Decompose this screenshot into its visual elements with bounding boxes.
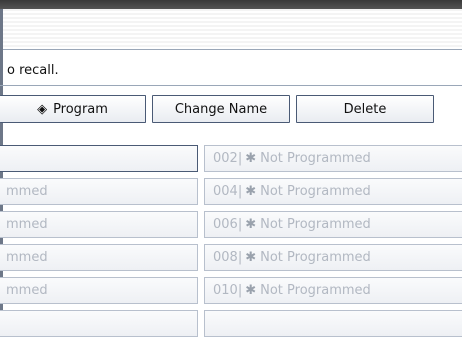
slot-label: Not Programmed bbox=[260, 217, 371, 232]
slot-label: mmed bbox=[6, 250, 48, 265]
star-icon: ✱ bbox=[245, 151, 257, 166]
slot-label: mmed bbox=[6, 217, 48, 232]
program-slot-left[interactable] bbox=[0, 310, 198, 337]
slot-separator: | bbox=[237, 217, 243, 232]
slot-label: mmed bbox=[6, 283, 48, 298]
slot-number: 006 bbox=[213, 217, 238, 232]
slot-label: mmed bbox=[6, 184, 48, 199]
program-slot-left[interactable]: mmed bbox=[0, 277, 198, 304]
program-button-label: Program bbox=[53, 101, 108, 117]
change-name-button-label: Change Name bbox=[174, 101, 268, 117]
slot-label: Not Programmed bbox=[260, 283, 371, 298]
slot-number: 008 bbox=[213, 250, 238, 265]
program-slot-right[interactable]: 010 | ✱ Not Programmed bbox=[204, 277, 462, 304]
slot-label: Not Programmed bbox=[260, 250, 371, 265]
slot-number: 010 bbox=[213, 283, 238, 298]
program-slot-right[interactable]: 002 | ✱ Not Programmed bbox=[204, 145, 462, 172]
program-slot-right[interactable] bbox=[204, 310, 462, 337]
slot-separator: | bbox=[237, 184, 243, 199]
slot-number: 002 bbox=[213, 151, 238, 166]
slot-separator: | bbox=[237, 283, 243, 298]
delete-button-label: Delete bbox=[343, 101, 387, 117]
header-band bbox=[0, 9, 462, 50]
title-bar bbox=[0, 0, 462, 9]
program-button[interactable]: ◈ Program bbox=[0, 95, 146, 123]
program-slot-right[interactable]: 006 | ✱ Not Programmed bbox=[204, 211, 462, 238]
instruction-text: o recall. bbox=[7, 63, 59, 78]
star-icon: ✱ bbox=[245, 283, 257, 298]
program-slot-right[interactable]: 008 | ✱ Not Programmed bbox=[204, 244, 462, 271]
slot-label: Not Programmed bbox=[260, 151, 371, 166]
program-slot-right[interactable]: 004 | ✱ Not Programmed bbox=[204, 178, 462, 205]
star-icon: ✱ bbox=[245, 250, 257, 265]
star-icon: ✱ bbox=[245, 184, 257, 199]
program-slot-left[interactable]: mmed bbox=[0, 211, 198, 238]
star-icon: ✱ bbox=[245, 217, 257, 232]
slot-separator: | bbox=[237, 151, 243, 166]
delete-button[interactable]: Delete bbox=[296, 95, 434, 123]
slot-separator: | bbox=[237, 250, 243, 265]
program-icon: ◈ bbox=[37, 101, 48, 117]
slot-label: Not Programmed bbox=[260, 184, 371, 199]
slot-number: 004 bbox=[213, 184, 238, 199]
program-slot-left[interactable]: mmed bbox=[0, 244, 198, 271]
change-name-button[interactable]: Change Name bbox=[152, 95, 290, 123]
program-slot-left[interactable]: mmed bbox=[0, 178, 198, 205]
program-slot-left[interactable] bbox=[0, 145, 198, 172]
divider bbox=[0, 85, 462, 86]
